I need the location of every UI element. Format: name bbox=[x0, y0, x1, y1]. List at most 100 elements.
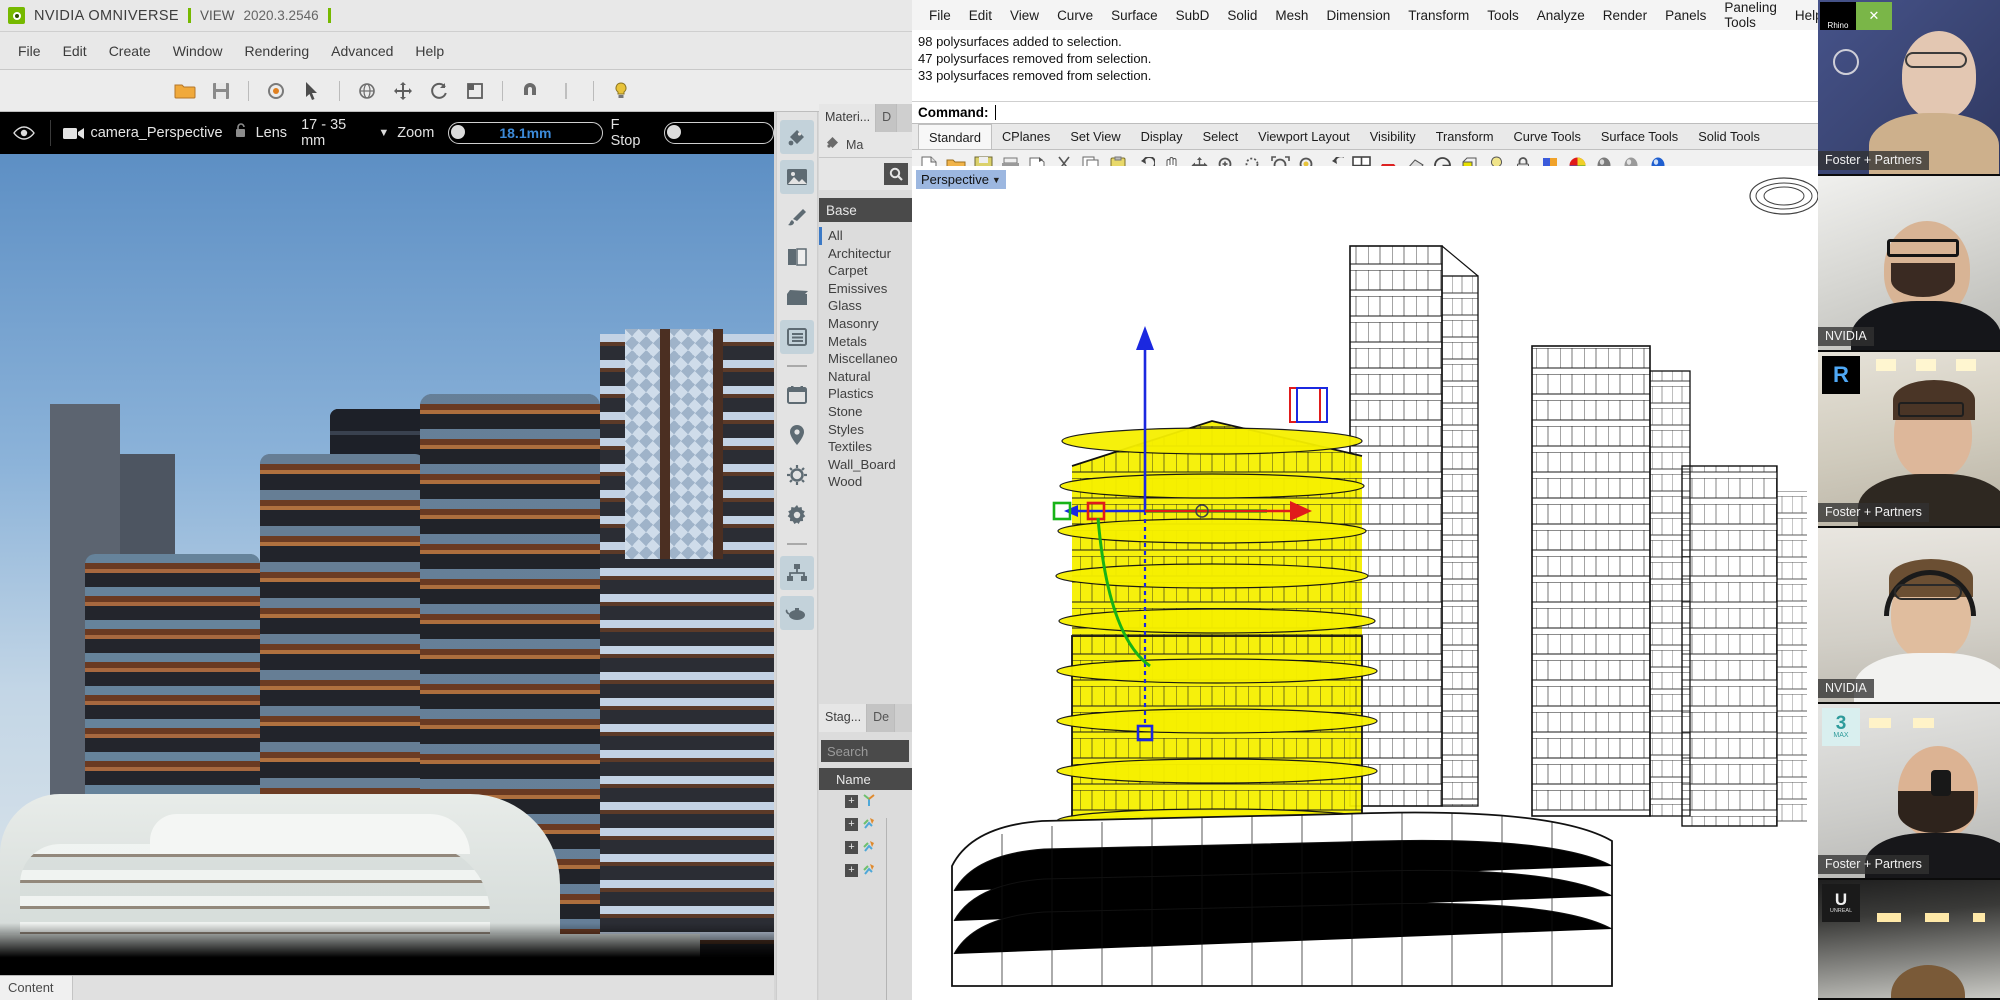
image-icon[interactable] bbox=[780, 160, 814, 194]
rhino-menu-edit[interactable]: Edit bbox=[960, 8, 1001, 23]
material-category-styles[interactable]: Styles bbox=[819, 421, 912, 439]
material-category-wall-board[interactable]: Wall_Board bbox=[819, 456, 912, 474]
plus-square-icon[interactable]: + bbox=[845, 795, 858, 808]
tab-cplanes[interactable]: CPlanes bbox=[992, 124, 1060, 149]
material-category-masonry[interactable]: Masonry bbox=[819, 315, 912, 333]
tab-select[interactable]: Select bbox=[1193, 124, 1249, 149]
material-category-wood[interactable]: Wood bbox=[819, 473, 912, 491]
tab-materials[interactable]: Materi... bbox=[819, 104, 876, 132]
book-icon[interactable] bbox=[780, 240, 814, 274]
rhino-menu-render[interactable]: Render bbox=[1594, 8, 1656, 23]
rhino-menu-paneling-tools[interactable]: Paneling Tools bbox=[1715, 0, 1786, 30]
rhino-menu-mesh[interactable]: Mesh bbox=[1266, 8, 1317, 23]
plus-square-icon[interactable]: + bbox=[845, 864, 858, 877]
undo-icon[interactable] bbox=[263, 78, 289, 104]
tab-viewport-layout[interactable]: Viewport Layout bbox=[1248, 124, 1360, 149]
omniverse-viewport[interactable] bbox=[0, 154, 774, 969]
participant-tile[interactable]: R Foster + Partners bbox=[1818, 352, 2000, 528]
material-category-all[interactable]: All bbox=[819, 227, 912, 245]
move-tool-icon[interactable] bbox=[390, 78, 416, 104]
fstop-slider-knob[interactable] bbox=[667, 125, 681, 139]
material-category-glass[interactable]: Glass bbox=[819, 297, 912, 315]
snap-magnet-icon[interactable] bbox=[517, 78, 543, 104]
participant-tile[interactable]: Rhino ✕ Foster + Partners bbox=[1818, 0, 2000, 176]
rhino-menu-subd[interactable]: SubD bbox=[1167, 8, 1219, 23]
tab-surface-tools[interactable]: Surface Tools bbox=[1591, 124, 1688, 149]
menu-item-rendering[interactable]: Rendering bbox=[245, 43, 310, 59]
rhino-menu-analyze[interactable]: Analyze bbox=[1528, 8, 1594, 23]
menu-item-create[interactable]: Create bbox=[109, 43, 151, 59]
fstop-slider[interactable] bbox=[664, 122, 774, 144]
rhino-menu-solid[interactable]: Solid bbox=[1218, 8, 1266, 23]
menu-item-help[interactable]: Help bbox=[415, 43, 444, 59]
omniverse-menubar[interactable]: File Edit Create Window Rendering Advanc… bbox=[0, 32, 912, 70]
materials-category-list[interactable]: All Architectur Carpet Emissives Glass M… bbox=[819, 224, 912, 491]
lens-value[interactable]: 17 - 35 mm bbox=[301, 117, 368, 149]
rhino-menu-view[interactable]: View bbox=[1001, 8, 1048, 23]
calendar-icon[interactable] bbox=[780, 378, 814, 412]
menu-item-file[interactable]: File bbox=[18, 43, 41, 59]
material-category-plastics[interactable]: Plastics bbox=[819, 385, 912, 403]
tab-display[interactable]: Display bbox=[1131, 124, 1193, 149]
stage-row[interactable]: + bbox=[819, 790, 912, 813]
participant-tile[interactable]: 3 MAX Foster + Partners bbox=[1818, 704, 2000, 880]
rhino-viewport[interactable] bbox=[912, 166, 1818, 1000]
menu-item-edit[interactable]: Edit bbox=[63, 43, 87, 59]
save-icon[interactable] bbox=[208, 78, 234, 104]
chevron-down-icon[interactable]: ▼ bbox=[992, 175, 1001, 185]
material-category-carpet[interactable]: Carpet bbox=[819, 262, 912, 280]
gear-icon[interactable] bbox=[780, 498, 814, 532]
omniverse-toolbar[interactable] bbox=[0, 70, 912, 112]
paint-bucket-icon[interactable] bbox=[780, 120, 814, 154]
rhino-menu-surface[interactable]: Surface bbox=[1102, 8, 1167, 23]
sun-icon[interactable] bbox=[780, 458, 814, 492]
rhino-menu-panels[interactable]: Panels bbox=[1656, 8, 1715, 23]
tab-curve-tools[interactable]: Curve Tools bbox=[1504, 124, 1591, 149]
participant-tile[interactable]: NVIDIA bbox=[1818, 176, 2000, 352]
zoom-slider[interactable]: 18.1mm bbox=[448, 122, 602, 144]
material-category-metals[interactable]: Metals bbox=[819, 333, 912, 351]
stage-row[interactable]: + bbox=[819, 813, 912, 836]
stage-row[interactable]: + bbox=[819, 836, 912, 859]
menu-item-window[interactable]: Window bbox=[173, 43, 223, 59]
material-category-natural[interactable]: Natural bbox=[819, 368, 912, 386]
rhino-menu-dimension[interactable]: Dimension bbox=[1317, 8, 1399, 23]
select-arrow-icon[interactable] bbox=[299, 78, 325, 104]
content-tabbar[interactable]: Content bbox=[0, 975, 774, 1000]
chevron-down-icon[interactable]: ▼ bbox=[378, 127, 389, 139]
scale-tool-icon[interactable] bbox=[462, 78, 488, 104]
tab-stage[interactable]: Stag... bbox=[819, 704, 867, 732]
open-folder-icon[interactable] bbox=[172, 78, 198, 104]
tab-transform[interactable]: Transform bbox=[1426, 124, 1504, 149]
visibility-eye-icon[interactable] bbox=[10, 125, 38, 141]
zoom-slider-knob[interactable] bbox=[451, 125, 465, 139]
rhino-menu-tools[interactable]: Tools bbox=[1478, 8, 1528, 23]
tab-materials-secondary[interactable]: D bbox=[876, 104, 897, 132]
film-clapper-icon[interactable] bbox=[780, 280, 814, 314]
rhino-menu-transform[interactable]: Transform bbox=[1399, 8, 1478, 23]
materials-group-base[interactable]: Base bbox=[819, 198, 912, 222]
materials-search-row[interactable] bbox=[819, 158, 912, 190]
material-category-emissives[interactable]: Emissives bbox=[819, 280, 912, 298]
hierarchy-icon[interactable] bbox=[780, 556, 814, 590]
rhino-menubar[interactable]: File Edit View Curve Surface SubD Solid … bbox=[912, 0, 1818, 30]
material-category-architecture[interactable]: Architectur bbox=[819, 245, 912, 263]
omniverse-icon-rail[interactable] bbox=[776, 112, 818, 1000]
material-category-textiles[interactable]: Textiles bbox=[819, 438, 912, 456]
camera-name-label[interactable]: camera_Perspective bbox=[90, 125, 222, 141]
globe-icon[interactable] bbox=[354, 78, 380, 104]
tab-content[interactable]: Content bbox=[0, 976, 73, 1000]
plus-square-icon[interactable]: + bbox=[845, 841, 858, 854]
materials-tabstrip[interactable]: Materi... D bbox=[819, 104, 912, 132]
rhino-command-history[interactable]: 98 polysurfaces added to selection. 47 p… bbox=[912, 30, 1818, 102]
participant-tile[interactable]: U UNREAL bbox=[1818, 880, 2000, 1000]
plus-square-icon[interactable]: + bbox=[845, 818, 858, 831]
material-category-miscellaneous[interactable]: Miscellaneo bbox=[819, 350, 912, 368]
list-icon[interactable] bbox=[780, 320, 814, 354]
tab-details[interactable]: De bbox=[867, 704, 895, 732]
menu-item-advanced[interactable]: Advanced bbox=[331, 43, 393, 59]
rotate-tool-icon[interactable] bbox=[426, 78, 452, 104]
tab-set-view[interactable]: Set View bbox=[1060, 124, 1130, 149]
stage-search-input[interactable]: Search bbox=[821, 740, 909, 762]
rhino-menu-curve[interactable]: Curve bbox=[1048, 8, 1102, 23]
